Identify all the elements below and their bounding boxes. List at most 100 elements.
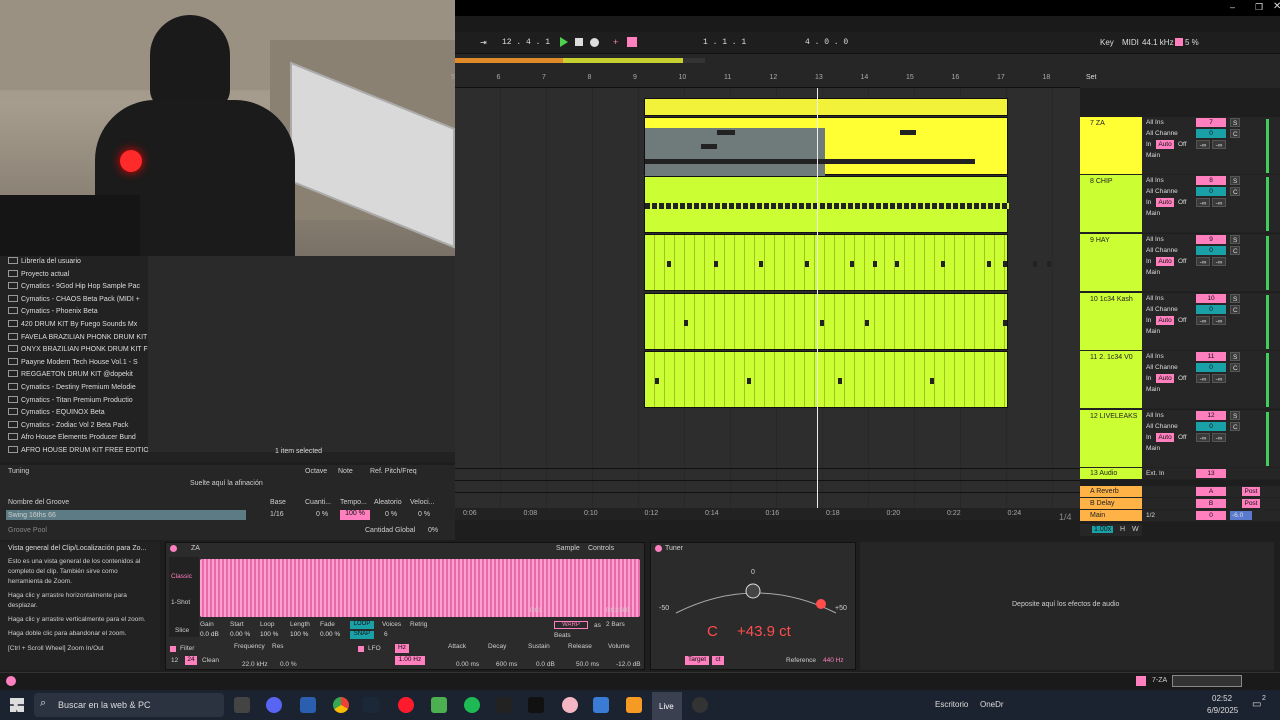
filter-on-icon[interactable] (170, 646, 176, 652)
loop-button[interactable]: LOOP (350, 621, 374, 629)
monitor-auto[interactable]: Auto (1156, 433, 1174, 442)
track-name[interactable]: 7 ZA (1082, 120, 1105, 127)
return-number[interactable]: B (1196, 499, 1226, 508)
clip-top[interactable] (644, 98, 1008, 116)
track-input[interactable]: All Ins (1144, 411, 1192, 420)
groove-tempo-val[interactable]: 100 % (340, 510, 370, 520)
return-track-header[interactable]: 13 Audio (1080, 468, 1142, 480)
global-amount-val[interactable]: 0% (428, 527, 438, 534)
return-track-name[interactable]: B Delay (1082, 500, 1115, 507)
midi-note[interactable] (805, 261, 809, 267)
track-output[interactable]: Main (1144, 385, 1192, 394)
clip-kash[interactable] (644, 293, 1008, 350)
post-button[interactable]: Post (1242, 487, 1260, 496)
solo-button[interactable]: S (1230, 294, 1240, 303)
ableton-live-task[interactable]: Live (652, 692, 682, 720)
track-channel[interactable]: All Channe (1144, 363, 1192, 372)
warp-button[interactable]: WARP (554, 621, 588, 629)
main-output[interactable]: 1/2 (1144, 511, 1192, 520)
track-header[interactable]: 7 ZA (1080, 117, 1142, 175)
main-volume[interactable]: -6.0 (1230, 511, 1252, 520)
groove-velocity-val[interactable]: 0 % (418, 511, 430, 518)
follow-icon[interactable]: ⇥ (480, 38, 487, 48)
copilot-icon[interactable] (593, 697, 609, 713)
start-icon[interactable] (10, 698, 24, 712)
track-number[interactable]: 8 (1196, 176, 1226, 185)
param-value[interactable]: 0.00 % (230, 631, 250, 638)
monitor-in[interactable]: In (1144, 374, 1154, 383)
solo-button[interactable]: S (1230, 118, 1240, 127)
param-value[interactable]: 0.00 % (320, 631, 340, 638)
browser-item[interactable]: Paayne Modern Tech House Vol.1 - S (8, 357, 138, 369)
monitor-auto[interactable]: Auto (1156, 316, 1174, 325)
close-icon[interactable]: ✕ (1273, 1, 1280, 12)
return-number[interactable]: 0 (1196, 511, 1226, 520)
track-output[interactable]: Main (1144, 209, 1192, 218)
beats-mode[interactable]: Beats (554, 632, 571, 639)
mode-classic[interactable]: Classic (171, 573, 192, 580)
task-view-icon[interactable] (234, 697, 250, 713)
overdub-icon[interactable]: + (613, 37, 623, 47)
track-pan-left[interactable]: -∞ (1196, 374, 1210, 383)
filter-12[interactable]: 12 (171, 657, 178, 664)
track-input[interactable]: All Ins (1144, 352, 1192, 361)
midi-note[interactable] (850, 261, 854, 267)
clock-date[interactable]: 6/9/2025 (1207, 706, 1238, 715)
fl-studio-icon[interactable] (626, 697, 642, 713)
track-output[interactable]: Main (1144, 268, 1192, 277)
crossfade-button[interactable]: C (1230, 246, 1240, 255)
discord-icon[interactable] (266, 697, 282, 713)
mode-slice[interactable]: Slice (175, 627, 189, 634)
track-pan-left[interactable]: -∞ (1196, 257, 1210, 266)
info-icon[interactable] (6, 676, 16, 686)
epic-icon[interactable] (496, 697, 512, 713)
track-channel[interactable]: All Channe (1144, 187, 1192, 196)
track-input[interactable]: All Ins (1144, 294, 1192, 303)
obs-icon[interactable] (692, 697, 708, 713)
track-input[interactable]: All Ins (1144, 176, 1192, 185)
track-pan-left[interactable]: -∞ (1196, 140, 1210, 149)
monitor-auto[interactable]: Auto (1156, 257, 1174, 266)
tuner-target[interactable]: Target (685, 656, 709, 665)
track-pan-right[interactable]: -∞ (1212, 140, 1226, 149)
clip-preview[interactable] (1172, 675, 1242, 687)
groove-random-val[interactable]: 0 % (385, 511, 397, 518)
zoom-factor[interactable]: 1.00x (1092, 526, 1114, 533)
return-track-header[interactable]: A Reverb (1080, 486, 1142, 498)
res-value[interactable]: 0.0 % (280, 661, 297, 668)
clip-hay[interactable] (644, 234, 1051, 291)
browser-item[interactable]: ONYX BRAZILIAN PHONK DRUM KIT F (8, 344, 148, 356)
track-number[interactable]: 11 (1196, 352, 1226, 361)
time-ruler-bottom[interactable]: 0:06 0:08 0:10 0:12 0:14 0:16 0:18 0:20 0:22 0:24 (455, 508, 1080, 520)
browser-item[interactable]: Proyecto actual (8, 269, 69, 281)
browser-item[interactable]: Cymatics - 9God Hip Hop Sample Pac (8, 281, 140, 293)
crossfade-button[interactable]: C (1230, 129, 1240, 138)
browser-item[interactable]: Librería del usuario (8, 256, 81, 268)
track-output[interactable]: Main (1144, 151, 1192, 160)
midi-note[interactable] (655, 378, 659, 384)
param-value[interactable]: 100 % (290, 631, 308, 638)
playhead[interactable] (817, 88, 818, 520)
track-channel[interactable]: All Channe (1144, 246, 1192, 255)
minimize-icon[interactable]: – (1230, 2, 1235, 12)
track-number[interactable]: 12 (1196, 411, 1226, 420)
midi-note[interactable] (820, 320, 824, 326)
waveform-display[interactable] (200, 559, 640, 617)
browser-item[interactable]: Cymatics - CHAOS Beta Pack (MIDI + (8, 294, 140, 306)
browser-item[interactable]: AFRO HOUSE DRUM KIT FREE EDITIOI (8, 445, 151, 457)
browser-item[interactable]: Cymatics - EQUINOX Beta (8, 407, 105, 419)
track-volume[interactable]: 0 (1196, 422, 1226, 431)
midi-note[interactable] (1003, 261, 1007, 267)
track-pan-left[interactable]: -∞ (1196, 198, 1210, 207)
return-track-name[interactable]: A Reverb (1082, 488, 1119, 495)
midi-note[interactable] (684, 320, 688, 326)
midi-note[interactable] (747, 378, 751, 384)
return-track-name[interactable]: 13 Audio (1082, 470, 1117, 477)
return-number[interactable]: A (1196, 487, 1226, 496)
tab-controls[interactable]: Controls (588, 545, 614, 552)
groove-base-val[interactable]: 1/16 (270, 511, 284, 518)
monitor-in[interactable]: In (1144, 257, 1154, 266)
solo-button[interactable]: S (1230, 176, 1240, 185)
midi-note[interactable] (838, 378, 842, 384)
arrangement-view[interactable]: 0:06 0:08 0:10 0:12 0:14 0:16 0:18 0:20 0:22 0:24… (455, 88, 1080, 522)
